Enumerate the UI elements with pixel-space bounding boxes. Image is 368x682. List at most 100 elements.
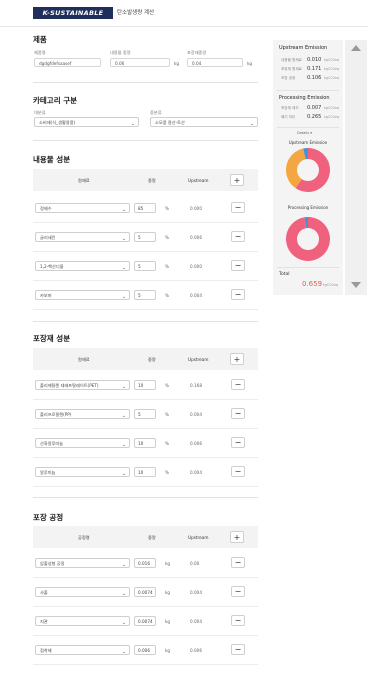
row-divider <box>33 309 258 310</box>
donut-title: Upstream Emission <box>289 140 328 145</box>
remove-row-button[interactable]: − <box>231 408 245 419</box>
content-table-header: 원재료 중량 Upstream + <box>33 169 258 191</box>
upstream-donut-chart: Upstream Emission <box>286 140 330 192</box>
process-row-select[interactable]: 사출 ⌄ <box>35 587 130 597</box>
scrollbar[interactable] <box>345 40 367 295</box>
packaging-row-select[interactable]: 폴리프로필렌(PP) ⌄ <box>35 409 130 419</box>
scroll-up-icon[interactable] <box>351 45 361 51</box>
row-divider <box>33 457 258 458</box>
remove-row-button[interactable]: − <box>231 437 245 448</box>
summary-row-value: 0.171 <box>307 66 322 72</box>
packaging-row-weight-input[interactable]: 10 <box>134 467 156 477</box>
summary-row-unit: kgCO2eq <box>324 115 340 119</box>
remove-row-button[interactable]: − <box>231 289 245 300</box>
brand-logo[interactable]: K-SUSTAINABLE <box>33 7 113 19</box>
divider <box>33 497 258 498</box>
content-weight-field[interactable]: 0.06 <box>110 58 170 67</box>
header-upstream: Upstream <box>188 357 209 362</box>
packaging-row-select[interactable]: 폴리에틸렌 테레프탈레이트(PET) ⌄ <box>35 380 130 390</box>
product-name-field[interactable]: dgdgfdefsaasef <box>34 58 101 67</box>
remove-row-button[interactable]: − <box>231 379 245 390</box>
content-row-unit: % <box>165 206 169 211</box>
process-row-upstream: 0.006 <box>190 648 202 653</box>
process-row-upstream: 0.004 <box>190 619 202 624</box>
total-value: 0.659 <box>302 280 323 288</box>
header-weight: 중량 <box>148 178 156 183</box>
process-row-weight-input[interactable]: 0.006 <box>134 645 156 655</box>
packaging-row-weight-input[interactable]: 5 <box>134 409 156 419</box>
remove-row-button[interactable]: − <box>231 231 245 242</box>
packaging-row-select[interactable]: 알루미늄 ⌄ <box>35 467 130 477</box>
upstream-emission-title: Upstream Emission <box>279 45 328 51</box>
content-row-select[interactable]: 글리세린 ⌄ <box>35 232 130 242</box>
summary-row-unit: kgCO2eq <box>324 76 340 80</box>
packaging-row-unit: % <box>165 412 169 417</box>
row-divider <box>33 486 258 487</box>
process-row-name: 접착제 <box>40 648 52 653</box>
chevron-down-icon: ⌄ <box>249 121 254 127</box>
row-divider <box>33 428 258 429</box>
process-row-weight-input[interactable]: 0.0074 <box>134 616 156 626</box>
row-divider <box>33 222 258 223</box>
content-row-weight-input[interactable]: 5 <box>134 290 156 300</box>
process-row-unit: kg <box>165 590 171 595</box>
chevron-down-icon: ⌄ <box>130 121 135 127</box>
summary-row-label: 포장재 제조 <box>281 106 299 110</box>
total-label: Total <box>279 272 290 277</box>
process-row-weight-input[interactable]: 0.0074 <box>134 587 156 597</box>
content-row-name: 글리세린 <box>40 235 56 240</box>
content-row-select[interactable]: 1,2-헥산디올 ⌄ <box>35 261 130 271</box>
content-row-weight-input[interactable]: 85 <box>134 203 156 213</box>
process-row-upstream: 0.004 <box>190 590 202 595</box>
content-row-name: 정제수 <box>40 206 52 211</box>
add-content-button[interactable]: + <box>230 174 244 186</box>
chevron-down-icon: ⌄ <box>121 471 126 477</box>
divider <box>33 140 258 141</box>
divider <box>277 267 339 268</box>
row-divider <box>33 577 258 578</box>
add-packaging-button[interactable]: + <box>230 353 244 365</box>
header-component: 원재료 <box>78 178 90 183</box>
remove-row-button[interactable]: − <box>231 586 245 597</box>
package-weight-unit: kg <box>247 61 253 66</box>
remove-row-button[interactable]: − <box>231 260 245 271</box>
packaging-row-weight-input[interactable]: 10 <box>134 438 156 448</box>
header-upstream: Upstream <box>188 535 209 540</box>
process-row-weight-input[interactable]: 0.016 <box>134 558 156 568</box>
remove-row-button[interactable]: − <box>231 202 245 213</box>
add-process-button[interactable]: + <box>230 531 244 543</box>
remove-row-button[interactable]: − <box>231 644 245 655</box>
process-row-select[interactable]: 압출성형 공정 ⌄ <box>35 558 130 568</box>
remove-row-button[interactable]: − <box>231 466 245 477</box>
category-major-select[interactable]: 소비재(식_생활용품) ⌄ <box>34 117 139 127</box>
processing-emission-title: Processing Emission <box>279 95 330 101</box>
remove-row-button[interactable]: − <box>231 615 245 626</box>
remove-row-button[interactable]: − <box>231 557 245 568</box>
content-row-select[interactable]: 카보머 ⌄ <box>35 290 130 300</box>
content-row-upstream: 0.000 <box>190 264 202 269</box>
row-divider <box>33 606 258 607</box>
content-row-weight-input[interactable]: 5 <box>134 232 156 242</box>
process-row-select[interactable]: 접착제 ⌄ <box>35 645 130 655</box>
category-minor-select[interactable]: 소모품 용산-토산 ⌄ <box>150 117 258 127</box>
details-toggle[interactable]: Details ▾ <box>297 131 312 135</box>
chevron-down-icon: ⌄ <box>121 620 126 626</box>
scroll-down-icon[interactable] <box>351 282 361 288</box>
content-section-title: 내용물 성분 <box>33 155 71 164</box>
chevron-down-icon: ⌄ <box>121 562 126 568</box>
content-row-weight-input[interactable]: 5 <box>134 261 156 271</box>
packaging-row-weight-input[interactable]: 10 <box>134 380 156 390</box>
process-row-select[interactable]: 지관 ⌄ <box>35 616 130 626</box>
content-row-select[interactable]: 정제수 ⌄ <box>35 203 130 213</box>
category-major-value: 소비재(식_생활용품) <box>39 120 76 125</box>
packaging-row-select[interactable]: 산화알루미늄 ⌄ <box>35 438 130 448</box>
process-row-name: 압출성형 공정 <box>40 561 65 566</box>
row-divider <box>33 664 258 665</box>
packaging-row-name: 폴리에틸렌 테레프탈레이트(PET) <box>40 383 99 388</box>
chevron-down-icon: ⌄ <box>121 591 126 597</box>
header-component: 원재료 <box>78 357 90 362</box>
header-upstream: Upstream <box>188 178 209 183</box>
package-weight-field[interactable]: 0.04 <box>187 58 243 67</box>
product-name-label: 제품명 <box>34 50 46 55</box>
package-weight-label: 포장재중량 <box>187 50 207 55</box>
